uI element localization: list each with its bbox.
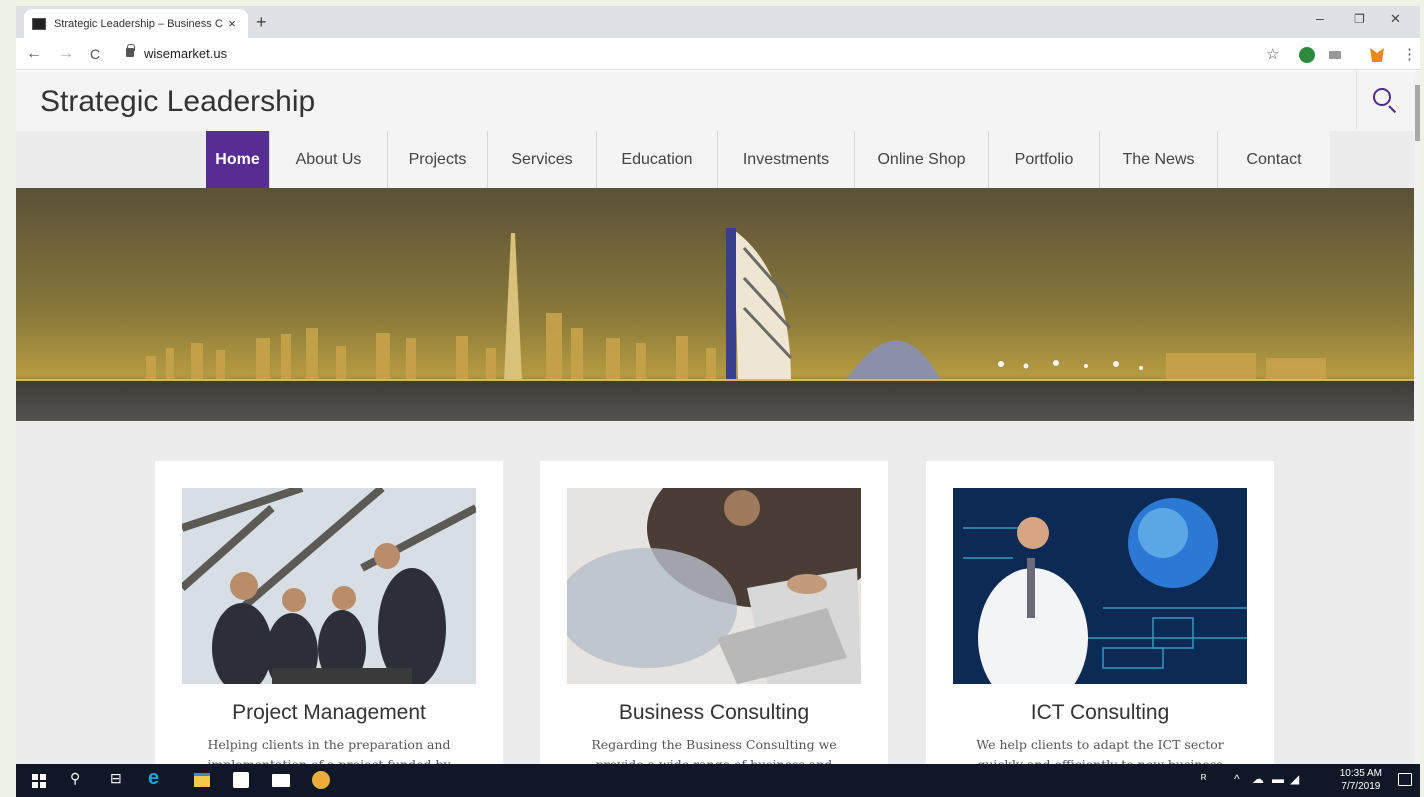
back-button[interactable]: ← xyxy=(26,45,42,63)
business-meeting-image xyxy=(182,488,476,684)
search-button[interactable] xyxy=(1356,71,1414,129)
technology-interface-image xyxy=(953,488,1247,684)
reload-button[interactable]: C xyxy=(90,46,100,62)
nav-about-us[interactable]: About Us xyxy=(270,131,388,188)
main-nav: Home About Us Projects Services Educatio… xyxy=(206,131,1330,188)
clock-time: 10:35 AM xyxy=(1339,768,1382,779)
show-hidden-icons-icon[interactable]: ^ xyxy=(1234,772,1240,786)
people-icon[interactable]: ᴿ xyxy=(1201,772,1206,786)
browser-toolbar: ← → C wisemarket.us ☆ ⋮ xyxy=(16,38,1420,70)
forward-button[interactable]: → xyxy=(58,45,74,63)
tab-strip: Strategic Leadership – Business C × + – … xyxy=(16,6,1420,38)
site-title[interactable]: Strategic Leadership xyxy=(40,85,315,119)
onedrive-icon[interactable]: ☁ xyxy=(1252,772,1264,786)
hero-banner-image xyxy=(16,188,1414,421)
edge-icon[interactable]: e xyxy=(148,767,159,790)
address-bar[interactable]: wisemarket.us xyxy=(144,46,227,61)
battery-icon[interactable]: ▬ xyxy=(1272,772,1284,786)
card-title[interactable]: Business Consulting xyxy=(540,701,888,725)
extension-icon[interactable] xyxy=(1299,47,1315,63)
clock-date: 7/7/2019 xyxy=(1341,781,1381,792)
minimize-button[interactable]: – xyxy=(1316,10,1324,26)
new-tab-button[interactable]: + xyxy=(256,12,267,33)
restore-button[interactable]: ❐ xyxy=(1354,12,1365,26)
card-title[interactable]: ICT Consulting xyxy=(926,701,1274,725)
card-text: Helping clients in the preparation and i… xyxy=(207,737,451,764)
search-icon[interactable]: ⚲ xyxy=(70,770,80,787)
site-header: Strategic Leadership xyxy=(16,71,1414,131)
nav-home[interactable]: Home xyxy=(206,131,270,188)
browser-menu-icon[interactable]: ⋮ xyxy=(1402,45,1417,63)
tab-title: Strategic Leadership – Business C xyxy=(54,17,223,30)
close-window-button[interactable]: ✕ xyxy=(1390,11,1401,27)
lock-icon xyxy=(126,44,135,57)
bookmark-star-icon[interactable]: ☆ xyxy=(1266,45,1279,63)
card-title[interactable]: Project Management xyxy=(155,701,503,725)
scrollbar-thumb[interactable] xyxy=(1415,85,1420,141)
action-center-icon[interactable] xyxy=(1398,773,1412,786)
nav-education[interactable]: Education xyxy=(597,131,718,188)
wifi-icon[interactable]: ◢ xyxy=(1290,772,1299,786)
chrome-canary-icon[interactable] xyxy=(312,771,330,789)
browser-window: Strategic Leadership – Business C × + – … xyxy=(16,6,1420,797)
camera-extension-icon[interactable] xyxy=(1329,51,1341,59)
page-scrollbar[interactable] xyxy=(1414,71,1420,764)
task-view-icon[interactable]: ⊟ xyxy=(110,770,122,787)
store-icon[interactable] xyxy=(233,772,249,788)
nav-contact[interactable]: Contact xyxy=(1218,131,1330,188)
nav-online-shop[interactable]: Online Shop xyxy=(855,131,989,188)
file-explorer-icon[interactable] xyxy=(194,773,210,787)
site-favicon-icon xyxy=(32,17,46,30)
browser-tab[interactable]: Strategic Leadership – Business C × xyxy=(24,9,248,38)
service-card-project-management[interactable]: Project Management Helping clients in th… xyxy=(155,461,503,764)
nav-investments[interactable]: Investments xyxy=(718,131,855,188)
tab-close-icon[interactable]: × xyxy=(224,16,240,31)
nav-projects[interactable]: Projects xyxy=(388,131,488,188)
laptop-worker-image xyxy=(567,488,861,684)
nav-the-news[interactable]: The News xyxy=(1100,131,1218,188)
windows-taskbar: ⚲ ⊟ e ᴿ ^ ☁ ▬ ◢ 10:35 AM 7/7/2019 xyxy=(16,764,1420,797)
mail-icon[interactable] xyxy=(272,774,290,787)
metamask-extension-icon[interactable] xyxy=(1370,48,1384,62)
nav-services[interactable]: Services xyxy=(488,131,597,188)
windows-icon[interactable] xyxy=(32,774,46,788)
service-card-ict-consulting[interactable]: ICT Consulting We help clients to adapt … xyxy=(926,461,1274,764)
web-page: Strategic Leadership Home About Us Proje… xyxy=(16,71,1414,764)
service-card-business-consulting[interactable]: Business Consulting Regarding the Busine… xyxy=(540,461,888,764)
card-text: We help clients to adapt the ICT sector … xyxy=(976,737,1224,764)
search-icon xyxy=(1373,88,1391,106)
system-clock[interactable]: 10:35 AM 7/7/2019 xyxy=(1340,767,1382,793)
nav-portfolio[interactable]: Portfolio xyxy=(989,131,1100,188)
card-text: Regarding the Business Consulting we pro… xyxy=(591,737,837,764)
